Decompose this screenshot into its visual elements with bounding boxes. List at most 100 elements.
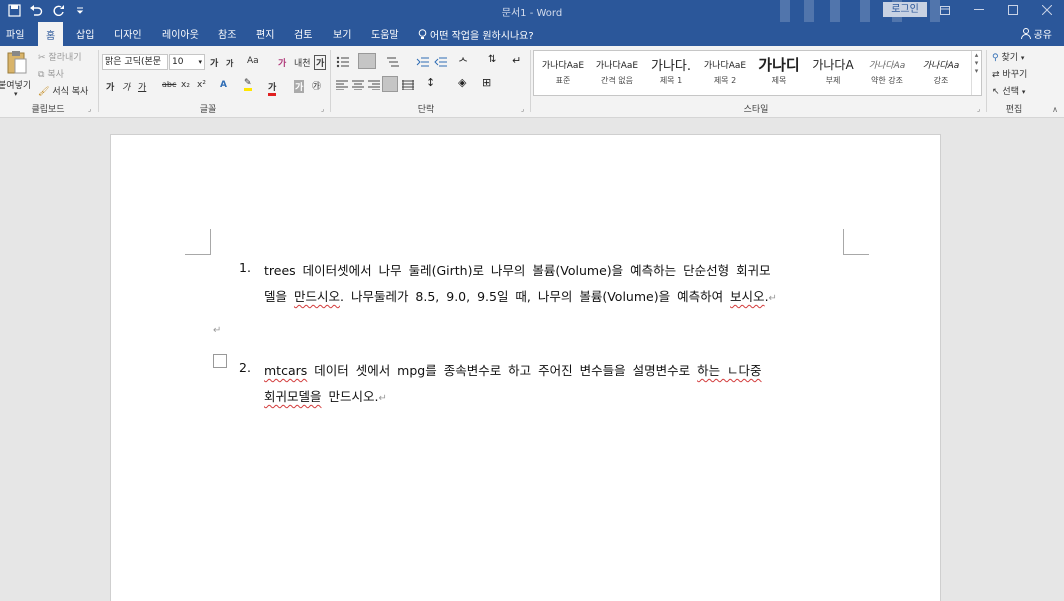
multilevel-list-icon[interactable] <box>386 56 400 68</box>
change-case-button[interactable]: Aa <box>247 56 259 66</box>
grow-font-button[interactable]: 가 <box>210 56 218 69</box>
underline-button[interactable]: 가 <box>138 80 146 93</box>
tab-layout[interactable]: 레이아웃 <box>162 26 199 41</box>
autocorrect-options-icon[interactable] <box>213 354 227 368</box>
paste-button[interactable]: 붙여넣기 ▾ <box>0 50 34 102</box>
font-launcher-icon[interactable]: ⌟ <box>321 105 324 113</box>
font-name-select[interactable]: 맑은 고딕(본문 <box>102 54 168 70</box>
font-color-button[interactable]: 가 <box>268 80 277 96</box>
tab-help[interactable]: 도움말 <box>371 26 399 41</box>
tab-review[interactable]: 검토 <box>294 26 312 41</box>
char-border-button[interactable]: 가 <box>314 55 327 70</box>
paragraph-mark-icon: ↵ <box>378 393 387 404</box>
increase-indent-icon[interactable] <box>434 56 448 68</box>
style-normal[interactable]: 가나다AaE 표준 <box>536 53 590 86</box>
chevron-up-icon[interactable]: ▴ <box>972 51 981 59</box>
style-title[interactable]: 가나디 제목 <box>752 53 806 86</box>
tell-me-box[interactable]: 어떤 작업을 원하시나요? <box>418 27 534 42</box>
phonetic-guide-button[interactable]: 내천 <box>294 56 311 69</box>
divider <box>98 50 99 112</box>
share-button[interactable]: 공유 <box>1020 26 1052 41</box>
format-painter-button[interactable]: 🖌 서식 복사 <box>38 84 88 97</box>
styles-launcher-icon[interactable]: ⌟ <box>977 105 980 113</box>
italic-button[interactable]: 가 <box>122 80 130 93</box>
tab-mailings[interactable]: 편지 <box>256 26 274 41</box>
chevron-down-icon: ▾ <box>198 58 202 66</box>
close-icon[interactable] <box>1030 0 1064 20</box>
borders-icon[interactable]: ⊞ <box>482 76 491 89</box>
paragraph-launcher-icon[interactable]: ⌟ <box>521 105 524 113</box>
styles-group-label: 스타일 <box>743 105 769 115</box>
document-page[interactable]: 1. trees 데이터셋에서 나무 둘레(Girth)로 나무의 볼륨(Vol… <box>110 134 941 601</box>
align-right-icon[interactable] <box>368 80 380 90</box>
ribbon-home: 붙여넣기 ▾ ✂ 잘라내기 ⧉ 복사 🖌 서식 복사 클립보드 ⌟ 맑은 고딕(… <box>0 46 1064 118</box>
paragraph-mark-icon: ↵ <box>768 293 777 304</box>
text-effects-button[interactable]: A <box>220 80 227 90</box>
find-button[interactable]: ⚲ 찾기 ▾ <box>992 50 1024 63</box>
style-no-spacing[interactable]: 가나다AaE 간격 없음 <box>590 53 644 86</box>
replace-icon: ⇄ <box>992 70 1000 80</box>
person-icon <box>1020 28 1031 39</box>
superscript-button[interactable]: x² <box>197 80 206 90</box>
style-subtitle[interactable]: 가나다A 부제 <box>806 53 860 86</box>
tab-references[interactable]: 참조 <box>218 26 236 41</box>
subscript-button[interactable]: x₂ <box>181 80 190 90</box>
font-size-select[interactable]: 10 ▾ <box>169 54 205 70</box>
bullets-icon[interactable] <box>336 56 350 68</box>
styles-scroll[interactable]: ▴ ▾ ▾ <box>971 51 981 95</box>
highlight-button[interactable]: ✎ <box>244 78 252 91</box>
more-styles-icon[interactable]: ▾ <box>972 67 981 75</box>
tab-file[interactable]: 파일 <box>6 26 24 41</box>
maximize-icon[interactable] <box>996 0 1030 20</box>
tab-home[interactable]: 홈 <box>38 22 64 46</box>
crop-mark-top-left <box>185 229 211 255</box>
sort-icon[interactable]: ⇅ <box>488 54 496 65</box>
login-button[interactable]: 로그인 <box>883 2 927 17</box>
style-heading-2[interactable]: 가나다AaE 제목 2 <box>698 53 752 86</box>
justify-icon[interactable] <box>382 76 398 92</box>
style-subtle-emphasis[interactable]: 가나다Aa 약한 강조 <box>860 53 914 86</box>
tell-me-text: 어떤 작업을 원하시나요? <box>430 31 534 42</box>
strikethrough-button[interactable]: abc <box>162 80 176 89</box>
chevron-down-icon[interactable]: ▾ <box>972 59 981 67</box>
spelling-error-text: mtcars <box>264 363 308 378</box>
paragraph-mark-icon: ↵ <box>213 325 222 336</box>
find-label: 찾기 <box>1001 53 1019 63</box>
show-marks-icon[interactable]: ↵ <box>512 54 521 67</box>
text-line: trees 데이터셋에서 나무 둘레(Girth)로 나무의 볼륨(Volume… <box>264 263 771 278</box>
char-shading-button[interactable]: 가 <box>294 80 305 93</box>
distribute-icon[interactable] <box>402 80 414 90</box>
crop-mark-top-right <box>843 229 869 255</box>
format-painter-label: 서식 복사 <box>52 87 89 97</box>
tab-insert[interactable]: 삽입 <box>76 26 94 41</box>
chevron-down-icon: ▾ <box>14 90 18 98</box>
bold-button[interactable]: 가 <box>106 80 114 93</box>
cut-button[interactable]: ✂ 잘라내기 <box>38 50 82 63</box>
select-button[interactable]: ↖ 선택 ▾ <box>992 84 1025 97</box>
replace-button[interactable]: ⇄ 바꾸기 <box>992 67 1027 80</box>
clipboard-launcher-icon[interactable]: ⌟ <box>88 105 91 113</box>
ribbon-display-icon[interactable] <box>928 0 962 20</box>
divider <box>530 50 531 112</box>
tab-design[interactable]: 디자인 <box>114 26 142 41</box>
style-name: 부제 <box>825 76 841 85</box>
align-left-icon[interactable] <box>336 80 348 90</box>
clipboard-group-label: 클립보드 <box>31 105 65 115</box>
shrink-font-button[interactable]: 가 <box>226 58 233 69</box>
line-spacing-icon[interactable]: ↕ <box>426 76 435 89</box>
brush-icon: 🖌 <box>38 87 50 97</box>
shading-icon[interactable]: ◈ <box>458 76 466 89</box>
ribbon-tabs: 파일 홈 삽입 디자인 레이아웃 참조 편지 검토 보기 도움말 어떤 작업을 … <box>0 22 1064 46</box>
copy-button[interactable]: ⧉ 복사 <box>38 67 64 80</box>
align-center-icon[interactable] <box>352 80 364 90</box>
style-emphasis[interactable]: 가나다Aa 강조 <box>914 53 968 86</box>
asian-layout-icon[interactable]: ᄉ <box>458 54 468 70</box>
enclose-char-button[interactable]: ㉮ <box>312 79 321 92</box>
collapse-ribbon-icon[interactable]: ∧ <box>1052 105 1058 114</box>
minimize-icon[interactable] <box>962 0 996 20</box>
clear-format-button[interactable]: 가 <box>278 56 286 69</box>
tab-view[interactable]: 보기 <box>333 26 351 41</box>
decrease-indent-icon[interactable] <box>416 56 430 68</box>
style-heading-1[interactable]: 가나다. 제목 1 <box>644 53 698 86</box>
numbering-icon[interactable] <box>358 53 376 69</box>
